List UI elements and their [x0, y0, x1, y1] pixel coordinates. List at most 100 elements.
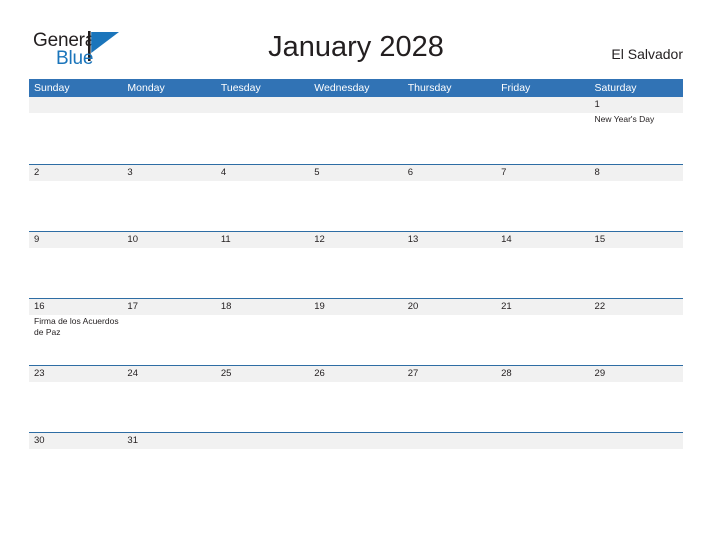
- day-number: 26: [314, 368, 325, 379]
- week-day-cells: 16 Firma de los Acuerdos de Paz 17 18 19 20 21…: [29, 299, 683, 365]
- day-cell[interactable]: 14: [496, 232, 589, 298]
- calendar-grid: Sunday Monday Tuesday Wednesday Thursday…: [29, 79, 683, 454]
- day-cell-empty: [496, 97, 589, 164]
- day-number: 29: [594, 368, 606, 379]
- day-number: 21: [501, 301, 512, 312]
- day-cell[interactable]: 29: [590, 366, 683, 432]
- page-header: General Blue January 2028 El Salvador: [0, 0, 712, 79]
- day-number: 22: [594, 301, 606, 312]
- weekday-header-row: Sunday Monday Tuesday Wednesday Thursday…: [29, 79, 683, 97]
- day-cell[interactable]: 15: [590, 232, 683, 298]
- weekday-header-monday: Monday: [127, 82, 165, 94]
- weekday-header-wednesday: Wednesday: [314, 82, 370, 94]
- day-number: 24: [127, 368, 138, 379]
- day-number: 14: [501, 234, 512, 245]
- day-cell-empty: [29, 97, 122, 164]
- day-cell[interactable]: 23: [29, 366, 122, 432]
- day-cell[interactable]: 3: [122, 165, 215, 231]
- day-number: 25: [220, 368, 232, 379]
- day-number: 8: [594, 167, 600, 178]
- day-cell[interactable]: 12: [309, 232, 402, 298]
- calendar-week-row: 30 31: [29, 432, 683, 454]
- week-day-cells: 1 New Year's Day: [29, 97, 683, 164]
- day-cell-empty: [216, 433, 309, 454]
- week-day-cells: 9 10 11 12 13 14 15: [29, 232, 683, 298]
- day-cell[interactable]: 17: [122, 299, 215, 365]
- day-number: 6: [407, 167, 413, 178]
- week-day-cells: 2 3 4 5 6 7 8: [29, 165, 683, 231]
- day-number: 3: [127, 167, 133, 178]
- day-number: 30: [34, 435, 45, 446]
- day-cell[interactable]: 6: [403, 165, 496, 231]
- day-number: 18: [220, 301, 232, 312]
- day-events: New Year's Day: [595, 114, 681, 125]
- day-number: 2: [34, 167, 40, 178]
- day-cell[interactable]: 31: [122, 433, 215, 454]
- holiday-label: Firma de los Acuerdos de Paz: [34, 316, 119, 337]
- weekday-header-thursday: Thursday: [407, 82, 452, 94]
- day-cell[interactable]: 5: [309, 165, 402, 231]
- day-cell-empty: [216, 97, 309, 164]
- weekday-header-sunday: Sunday: [34, 82, 70, 94]
- day-cell[interactable]: 26: [309, 366, 402, 432]
- day-number: 7: [501, 167, 507, 178]
- day-number: 19: [314, 301, 325, 312]
- day-number: 20: [407, 301, 419, 312]
- day-number: 31: [127, 435, 138, 446]
- calendar-week-row: 1 New Year's Day: [29, 97, 683, 164]
- day-cell[interactable]: 10: [122, 232, 215, 298]
- day-cell[interactable]: 1 New Year's Day: [590, 97, 683, 164]
- calendar-week-row: 9 10 11 12 13 14 15: [29, 231, 683, 298]
- day-cell[interactable]: 24: [122, 366, 215, 432]
- day-cell[interactable]: 25: [216, 366, 309, 432]
- day-cell-empty: [403, 97, 496, 164]
- day-cell[interactable]: 8: [590, 165, 683, 231]
- day-cell-empty: [309, 97, 402, 164]
- day-cell[interactable]: 19: [309, 299, 402, 365]
- day-cell[interactable]: 16 Firma de los Acuerdos de Paz: [29, 299, 122, 365]
- day-number: 16: [34, 301, 45, 312]
- day-cell-empty: [590, 433, 683, 454]
- calendar-week-row: 16 Firma de los Acuerdos de Paz 17 18 19 20 21…: [29, 298, 683, 365]
- day-number: 27: [407, 368, 419, 379]
- day-number: 17: [127, 301, 138, 312]
- day-number: 5: [314, 167, 320, 178]
- weekday-header-tuesday: Tuesday: [220, 82, 261, 94]
- day-cell[interactable]: 20: [403, 299, 496, 365]
- day-number: 9: [34, 234, 40, 245]
- day-cell[interactable]: 18: [216, 299, 309, 365]
- day-number: 28: [501, 368, 512, 379]
- day-cell[interactable]: 4: [216, 165, 309, 231]
- calendar-week-row: 23 24 25 26 27 28 29: [29, 365, 683, 432]
- day-cell[interactable]: 27: [403, 366, 496, 432]
- calendar-page: General Blue January 2028 El Salvador Su…: [0, 0, 712, 550]
- day-cell[interactable]: 11: [216, 232, 309, 298]
- weekday-header-friday: Friday: [501, 82, 531, 94]
- day-events: Firma de los Acuerdos de Paz: [34, 316, 120, 338]
- weekday-header-saturday: Saturday: [594, 82, 637, 94]
- calendar-week-row: 2 3 4 5 6 7 8: [29, 164, 683, 231]
- day-cell[interactable]: 28: [496, 366, 589, 432]
- day-number: 11: [220, 234, 231, 245]
- day-cell[interactable]: 22: [590, 299, 683, 365]
- holiday-label: New Year's Day: [594, 114, 655, 124]
- day-cell[interactable]: 21: [496, 299, 589, 365]
- day-cell[interactable]: 7: [496, 165, 589, 231]
- week-day-cells: 30 31: [29, 433, 683, 454]
- day-number: 15: [594, 234, 606, 245]
- day-cell[interactable]: 30: [29, 433, 122, 454]
- day-cell-empty: [403, 433, 496, 454]
- day-cell[interactable]: 2: [29, 165, 122, 231]
- calendar-weeks: 1 New Year's Day 2 3 4 5 6 7 8 9 10 11 12 13 14 15 16 Fir…: [29, 97, 683, 454]
- page-title: January 2028: [268, 31, 444, 63]
- day-number: 13: [407, 234, 419, 245]
- day-cell-empty: [496, 433, 589, 454]
- week-day-cells: 23 24 25 26 27 28 29: [29, 366, 683, 432]
- day-number: 10: [127, 234, 138, 245]
- day-cell-empty: [122, 97, 215, 164]
- day-number: 4: [220, 167, 227, 178]
- day-number: 1: [594, 99, 600, 110]
- day-cell[interactable]: 9: [29, 232, 122, 298]
- day-number: 23: [34, 368, 45, 379]
- day-cell[interactable]: 13: [403, 232, 496, 298]
